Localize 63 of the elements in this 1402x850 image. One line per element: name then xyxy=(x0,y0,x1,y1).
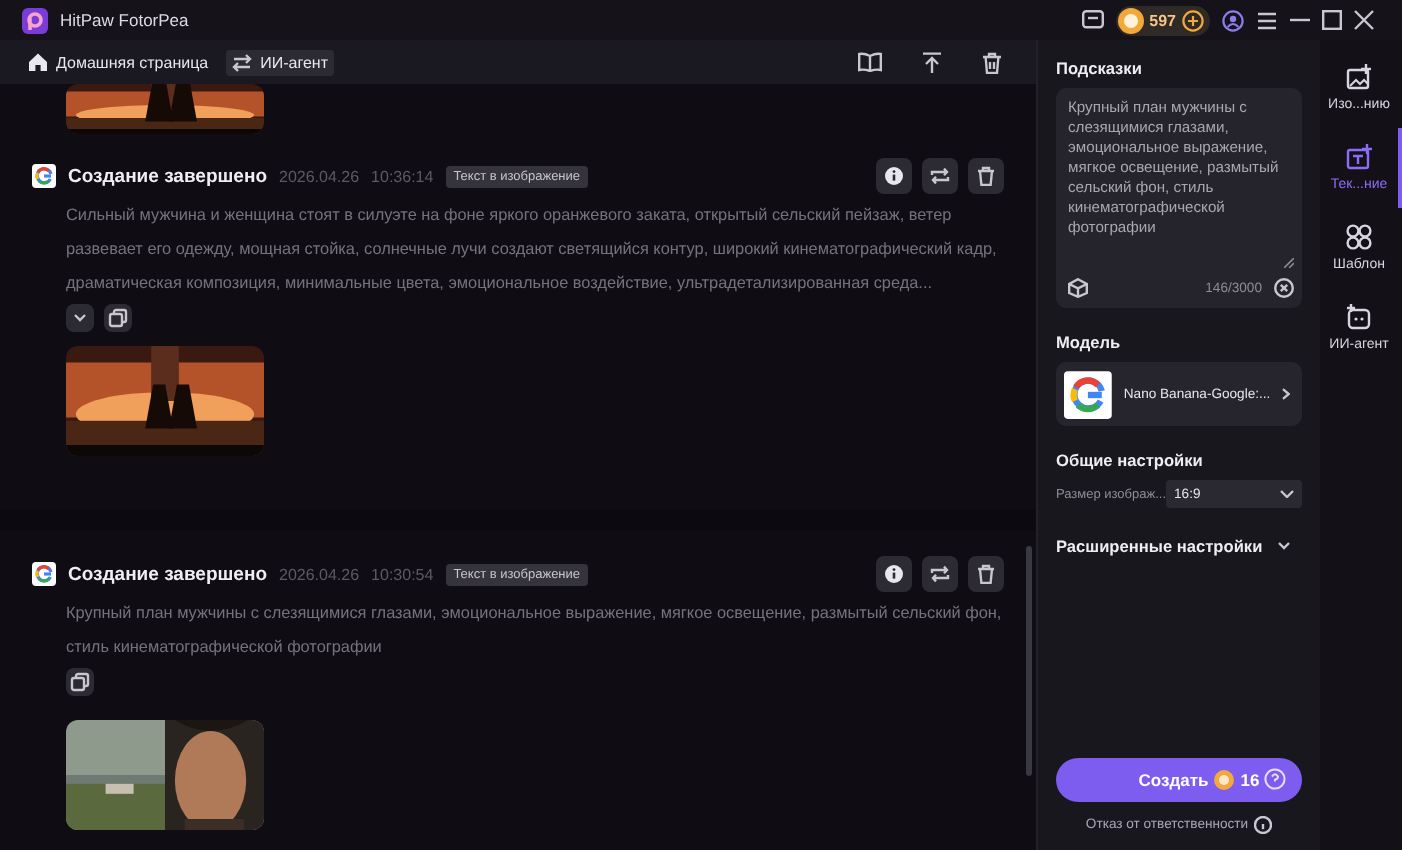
status-text: Создание завершено xyxy=(68,165,267,187)
clear-icon[interactable] xyxy=(1274,278,1294,298)
add-text-icon xyxy=(1346,144,1372,170)
delete-icon xyxy=(976,166,996,186)
coin-icon xyxy=(1214,770,1235,790)
template-icon xyxy=(1346,224,1372,250)
scrollbar[interactable] xyxy=(1026,546,1032,776)
time-text: 10:36:14 xyxy=(371,167,434,185)
chevron-right-icon xyxy=(1282,388,1290,400)
create-button[interactable]: Создать 16 xyxy=(1056,758,1302,802)
maximize-icon[interactable] xyxy=(1322,10,1342,30)
google-logo-icon xyxy=(32,562,56,586)
regenerate-icon xyxy=(930,564,950,584)
chevron-down-icon xyxy=(1278,542,1290,550)
delete-button[interactable] xyxy=(968,158,1004,194)
status-text: Создание завершено xyxy=(68,563,267,585)
add-image-icon xyxy=(1346,64,1372,90)
add-icon[interactable] xyxy=(1182,9,1204,31)
agent-button[interactable]: ИИ-агент xyxy=(226,49,334,75)
upload-icon[interactable] xyxy=(922,51,942,73)
date-text: 2026.04.26 xyxy=(279,565,360,583)
trash-icon[interactable] xyxy=(982,51,1002,73)
account-icon[interactable] xyxy=(1222,9,1244,31)
info-icon xyxy=(884,564,904,584)
robot-icon xyxy=(1346,304,1372,330)
time-text: 10:30:54 xyxy=(371,565,434,583)
resize-handle-icon[interactable] xyxy=(1284,258,1294,268)
book-icon[interactable] xyxy=(858,52,882,72)
copy-button[interactable] xyxy=(66,668,94,696)
prompt-text: Сильный мужчина и женщина стоят в силуэте на фоне яркого оранжевого заката, открытый сельский пейзаж, ветер развевает его одежду, мощная стойка, солнечные лучи создают светящийся контур, широкий кинематографический кадр, драматическая композиция, минимальные цвета, эмоциональное воздействие, ультрадетализированная среда... xyxy=(66,206,997,292)
google-logo-icon xyxy=(1064,369,1112,419)
delete-button[interactable] xyxy=(968,556,1004,592)
regenerate-button[interactable] xyxy=(922,158,958,194)
copy-icon xyxy=(70,672,90,692)
credits-badge[interactable]: 597 xyxy=(1115,5,1210,35)
info-button[interactable] xyxy=(876,158,912,194)
google-logo-icon xyxy=(32,164,56,188)
help-icon xyxy=(1264,768,1286,790)
close-icon[interactable] xyxy=(1354,10,1374,30)
prompt-text: Крупный план мужчины с слезящимися глазами, эмоциональное выражение, мягкое освещение, размытый сельский фон, стиль кинематографической фотографии xyxy=(66,604,1002,656)
info-icon xyxy=(884,166,904,186)
home-icon xyxy=(28,52,48,72)
date-text: 2026.04.26 xyxy=(279,167,360,185)
credits-count: 597 xyxy=(1149,11,1176,29)
section-label: Общие настройки xyxy=(1056,450,1205,470)
copy-button[interactable] xyxy=(104,304,132,332)
advanced-settings-toggle[interactable]: Расширенные настройки xyxy=(1056,536,1302,556)
home-button[interactable]: Домашняя страница xyxy=(22,48,215,76)
section-label: Подсказки xyxy=(1056,58,1144,78)
swap-icon xyxy=(232,53,253,71)
info-button[interactable] xyxy=(876,556,912,592)
info-icon xyxy=(1254,816,1273,834)
app-logo-icon xyxy=(22,7,48,33)
regenerate-button[interactable] xyxy=(922,556,958,592)
expand-button[interactable] xyxy=(66,304,94,332)
delete-icon xyxy=(976,564,996,584)
window-title: HitPaw FotorPea xyxy=(60,10,189,30)
coin-icon xyxy=(1117,7,1144,33)
chevron-down-icon xyxy=(1280,490,1294,498)
copy-icon xyxy=(108,308,128,328)
menu-icon[interactable] xyxy=(1256,11,1278,29)
regenerate-icon xyxy=(930,166,950,186)
section-label: Модель xyxy=(1056,332,1123,352)
